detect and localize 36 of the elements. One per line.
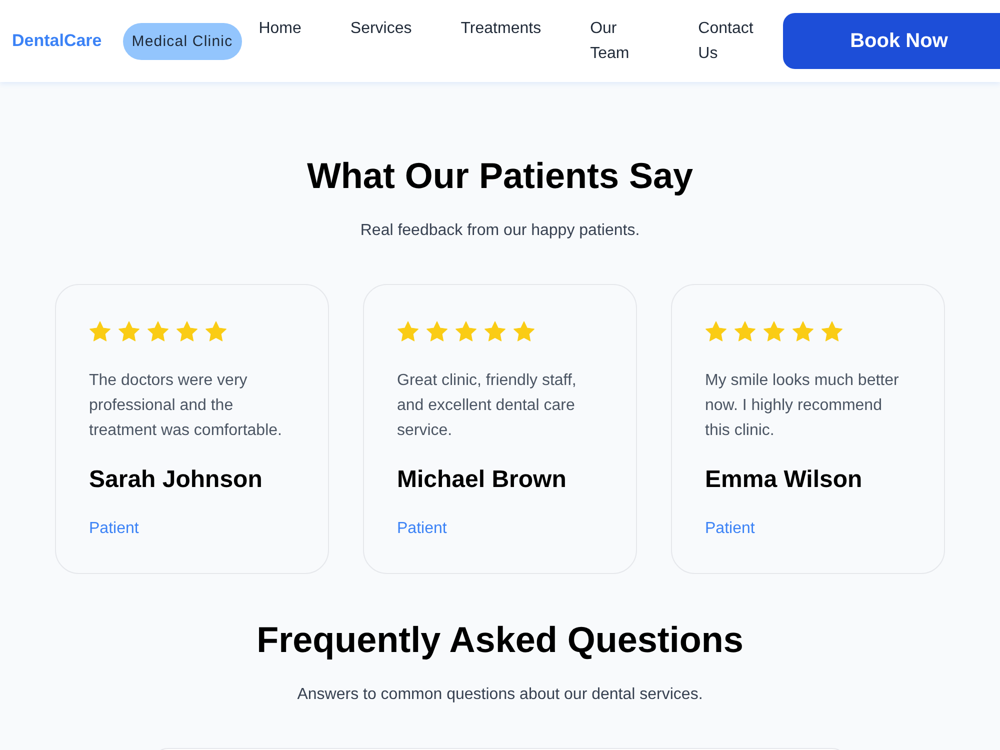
section-heading: What Our Patients Say xyxy=(306,154,694,198)
review-text: The doctors were very professional and the treatment was comfortable. xyxy=(89,371,283,441)
star-icon xyxy=(89,321,111,342)
nav-link[interactable]: Home xyxy=(258,16,302,41)
nav-link[interactable]: Services xyxy=(350,16,412,41)
nav-link[interactable]: Our Team xyxy=(590,16,650,66)
star-icon xyxy=(705,321,727,342)
reviewer-name: Emma Wilson xyxy=(705,465,862,495)
reviewer-name: Sarah Johnson xyxy=(89,465,262,495)
star-icon xyxy=(792,321,814,342)
reviewer-name: Michael Brown xyxy=(397,465,566,495)
star-icon xyxy=(176,321,198,342)
reviewer-role: Patient xyxy=(397,519,447,539)
section-subtitle: Answers to common questions about our dental services. xyxy=(297,685,703,705)
nav-link[interactable]: Contact Us xyxy=(698,16,765,66)
star-icon xyxy=(147,321,169,342)
section-subtitle: Real feedback from our happy patients. xyxy=(360,221,640,241)
star-icon xyxy=(734,321,756,342)
nav-link[interactable]: Treatments xyxy=(460,16,542,41)
star-icon xyxy=(821,321,843,342)
star-icon xyxy=(397,321,419,342)
review-text: My smile looks much better now. I highly recommend this clinic. xyxy=(705,371,900,441)
review-text: Great clinic, friendly staff, and excellent dental care service. xyxy=(397,371,578,441)
star-icon xyxy=(484,321,506,342)
book-now-button[interactable]: Book Now xyxy=(783,13,1000,69)
star-icon xyxy=(513,321,535,342)
section-heading: Frequently Asked Questions xyxy=(256,618,744,662)
star-icon xyxy=(455,321,477,342)
reviewer-role: Patient xyxy=(89,519,139,539)
star-icon xyxy=(205,321,227,342)
clinic-badge: Medical Clinic xyxy=(122,22,242,60)
star-icon xyxy=(426,321,448,342)
star-icon xyxy=(118,321,140,342)
logo-link[interactable]: DentalCare xyxy=(12,31,102,51)
star-icon xyxy=(763,321,785,342)
reviewer-role: Patient xyxy=(705,519,755,539)
